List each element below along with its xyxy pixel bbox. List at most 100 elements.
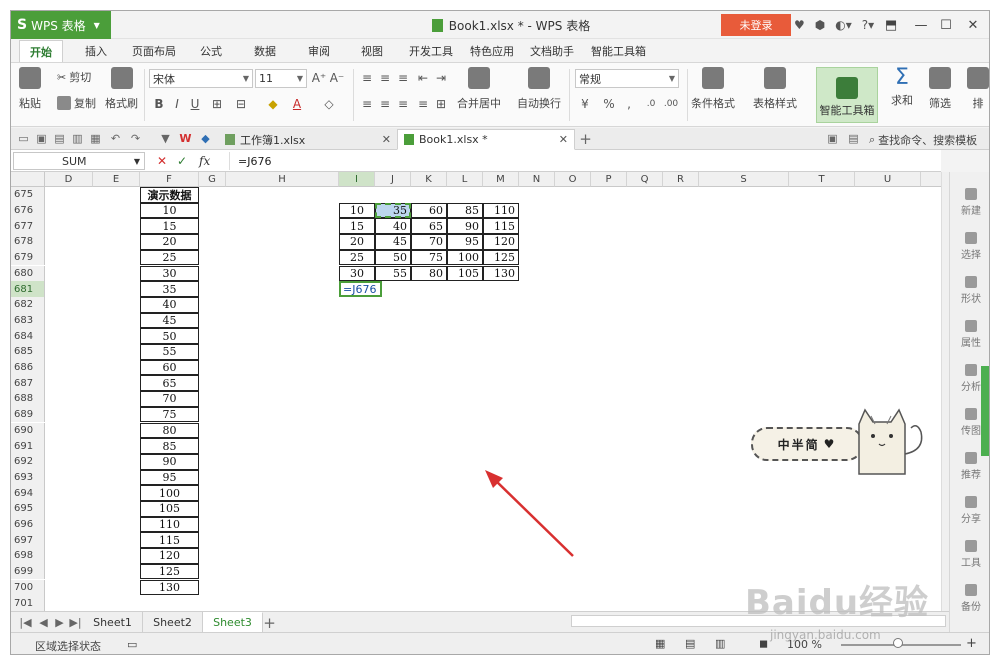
row-header-692[interactable]: 692 xyxy=(11,453,45,470)
page-break-view-icon[interactable]: ▤ xyxy=(685,637,695,650)
underline-button[interactable]: U xyxy=(187,96,203,112)
table-cell[interactable]: 75 xyxy=(411,249,447,266)
doc-tab-book1[interactable]: Book1.xlsx * ✕ xyxy=(397,129,575,150)
table-cell[interactable]: 50 xyxy=(375,249,411,266)
table-cell[interactable]: 35 xyxy=(375,202,411,219)
tab-view[interactable]: 视图 xyxy=(361,40,383,62)
settings-icon[interactable]: ⬢ xyxy=(815,18,825,32)
table-cell[interactable]: 75 xyxy=(140,406,199,423)
column-header-q[interactable]: Q xyxy=(627,172,663,187)
cube-icon[interactable]: ◆ xyxy=(199,132,212,145)
column-header-i[interactable]: I xyxy=(339,172,375,187)
wps-w-icon[interactable]: W xyxy=(179,132,192,145)
column-header-s[interactable]: S xyxy=(699,172,789,187)
column-header-e[interactable]: E xyxy=(93,172,140,187)
close-icon[interactable]: ✕ xyxy=(382,133,391,146)
row-header-684[interactable]: 684 xyxy=(11,328,45,344)
font-size-select[interactable]: 11 ▼ xyxy=(255,69,307,88)
table-cell[interactable]: 45 xyxy=(140,312,199,329)
prev-sheet-icon[interactable]: ◀ xyxy=(37,616,50,629)
tab-developer[interactable]: 开发工具 xyxy=(409,40,453,62)
align-center-icon[interactable]: ≡ xyxy=(377,96,393,112)
row-header-682[interactable]: 682 xyxy=(11,296,45,313)
table-cell[interactable]: 95 xyxy=(140,469,199,486)
table-cell[interactable]: 10 xyxy=(339,202,375,219)
column-header-d[interactable]: D xyxy=(45,172,93,187)
smart-toolbox-button[interactable]: 智能工具箱 xyxy=(816,67,878,123)
cancel-formula-icon[interactable]: ✕ xyxy=(157,152,167,170)
table-cell[interactable]: 105 xyxy=(447,265,483,282)
row-header-697[interactable]: 697 xyxy=(11,532,45,549)
table-cell[interactable]: 110 xyxy=(140,516,199,533)
row-header-690[interactable]: 690 xyxy=(11,422,45,439)
zoom-in-icon[interactable]: + xyxy=(966,636,977,651)
table-cell[interactable]: 70 xyxy=(140,391,199,407)
row-header-681[interactable]: 681 xyxy=(11,281,45,297)
column-header-h[interactable]: H xyxy=(226,172,339,187)
table-cell[interactable]: 125 xyxy=(483,249,519,266)
copy-button[interactable]: 复制 xyxy=(57,95,96,111)
table-cell[interactable]: 85 xyxy=(447,202,483,219)
save-icon[interactable]: ▣ xyxy=(35,132,48,145)
login-button[interactable]: 未登录 xyxy=(721,14,791,36)
table-cell[interactable]: 80 xyxy=(411,265,447,282)
align-top-icon[interactable]: ≡ xyxy=(359,70,375,86)
table-cell[interactable]: 80 xyxy=(140,422,199,439)
table-cell[interactable]: 50 xyxy=(140,328,199,344)
row-header-695[interactable]: 695 xyxy=(11,501,45,517)
row-header-698[interactable]: 698 xyxy=(11,548,45,564)
table-cell[interactable]: 90 xyxy=(140,453,199,470)
table-cell[interactable]: 115 xyxy=(140,532,199,549)
first-sheet-icon[interactable]: |◀ xyxy=(19,616,32,629)
tab-formula[interactable]: 公式 xyxy=(200,40,222,62)
table-cell[interactable]: 65 xyxy=(140,375,199,392)
row-header-686[interactable]: 686 xyxy=(11,359,45,376)
help-icon[interactable]: ?▾ xyxy=(862,18,874,32)
active-edit-cell[interactable]: =J676 xyxy=(339,281,382,297)
thousands-icon[interactable]: , xyxy=(621,96,637,112)
table-cell[interactable]: 55 xyxy=(375,265,411,282)
close-button[interactable]: ✕ xyxy=(961,11,985,39)
dropdown-arrow-icon[interactable]: ▼ xyxy=(159,132,172,145)
align-right-icon[interactable]: ≡ xyxy=(395,96,411,112)
vertical-scrollbar[interactable] xyxy=(941,172,949,611)
column-f-header-cell[interactable]: 演示数据 xyxy=(140,187,199,203)
row-header-691[interactable]: 691 xyxy=(11,438,45,454)
table-cell[interactable]: 115 xyxy=(483,218,519,235)
increase-decimal-icon[interactable]: .0 xyxy=(643,96,659,112)
align-middle-icon[interactable]: ≡ xyxy=(377,70,393,86)
sum-button[interactable]: Σ 求和 xyxy=(891,67,913,108)
wrap-text-button[interactable]: 自动换行 xyxy=(517,67,561,111)
doc-tab-workbook1[interactable]: 工作簿1.xlsx ✕ xyxy=(219,129,397,150)
column-header-k[interactable]: K xyxy=(411,172,447,187)
skin-icon[interactable]: ♥ xyxy=(794,18,805,32)
feedback-icon[interactable]: ◐▾ xyxy=(835,18,852,32)
formula-input[interactable]: =J676 xyxy=(229,152,934,170)
table-cell[interactable]: 40 xyxy=(375,218,411,235)
restore-icon[interactable]: ⬒ xyxy=(879,11,903,39)
tab-special[interactable]: 特色应用 xyxy=(470,40,514,62)
table-cell[interactable]: 30 xyxy=(339,265,375,282)
column-header-p[interactable]: P xyxy=(591,172,627,187)
row-header-675[interactable]: 675 xyxy=(11,187,45,203)
row-header-678[interactable]: 678 xyxy=(11,234,45,250)
column-header-n[interactable]: N xyxy=(519,172,555,187)
font-color-icon[interactable]: A xyxy=(289,96,305,112)
column-header-j[interactable]: J xyxy=(375,172,411,187)
table-cell[interactable]: 10 xyxy=(140,202,199,219)
sheet-tab-sheet1[interactable]: Sheet1 xyxy=(83,612,143,632)
row-header-685[interactable]: 685 xyxy=(11,344,45,360)
fill-color-icon[interactable]: ◆ xyxy=(265,96,281,112)
select-all-corner[interactable] xyxy=(11,172,45,187)
row-header-688[interactable]: 688 xyxy=(11,391,45,407)
sidebar-item-2[interactable]: 形状 xyxy=(950,270,989,310)
row-header-696[interactable]: 696 xyxy=(11,516,45,533)
merge-center-button[interactable]: 合并居中 xyxy=(457,67,501,111)
sidebar-item-1[interactable]: 选择 xyxy=(950,226,989,266)
table-cell[interactable]: 65 xyxy=(411,218,447,235)
table-cell[interactable]: 20 xyxy=(140,234,199,250)
align-bottom-icon[interactable]: ≡ xyxy=(395,70,411,86)
table-cell[interactable]: 40 xyxy=(140,296,199,313)
column-header-l[interactable]: L xyxy=(447,172,483,187)
table-cell[interactable]: 90 xyxy=(447,218,483,235)
